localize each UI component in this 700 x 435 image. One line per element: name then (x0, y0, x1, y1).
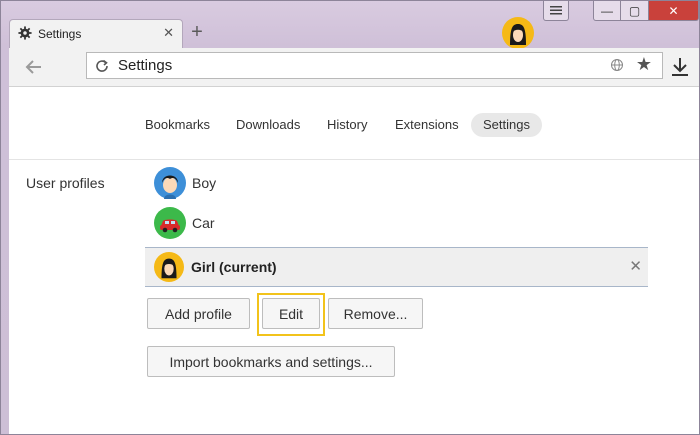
delete-profile-icon[interactable]: ✕ (629, 257, 642, 275)
tab-settings[interactable]: Settings ✕ (9, 19, 183, 48)
profile-item-current[interactable]: Girl (current) ✕ (145, 247, 648, 287)
nav-history[interactable]: History (315, 113, 379, 137)
settings-page: Bookmarks Downloads History Extensions S… (9, 87, 699, 434)
maximize-button[interactable]: ▢ (621, 1, 649, 21)
edit-button[interactable]: Edit (262, 298, 320, 329)
back-arrow-icon[interactable] (23, 56, 45, 78)
address-text: Settings (118, 57, 173, 74)
browser-window: Settings ✕ + — ▢ ✕ Settings ★ Bookmarks … (0, 0, 700, 435)
bookmark-star-icon[interactable]: ★ (636, 54, 652, 75)
girl-avatar (154, 252, 184, 282)
tab-close-icon[interactable]: ✕ (163, 25, 174, 41)
new-tab-button[interactable]: + (187, 22, 207, 42)
profile-avatar-button[interactable] (502, 17, 534, 49)
add-profile-button[interactable]: Add profile (147, 298, 250, 329)
remove-button[interactable]: Remove... (328, 298, 423, 329)
window-menu-button[interactable] (543, 1, 569, 21)
minimize-button[interactable]: — (593, 1, 621, 21)
nav-downloads[interactable]: Downloads (224, 113, 312, 137)
nav-settings[interactable]: Settings (471, 113, 542, 137)
tab-title: Settings (38, 27, 82, 41)
reload-icon[interactable] (94, 58, 110, 74)
section-label-user-profiles: User profiles (26, 175, 105, 191)
download-icon[interactable] (669, 55, 691, 79)
window-controls: — ▢ ✕ (593, 1, 699, 21)
nav-extensions[interactable]: Extensions (383, 113, 471, 137)
nav-bookmarks[interactable]: Bookmarks (133, 113, 222, 137)
car-avatar (154, 207, 186, 239)
settings-nav: Bookmarks Downloads History Extensions S… (9, 87, 699, 160)
boy-avatar (154, 167, 186, 199)
globe-icon (611, 59, 623, 71)
gear-icon (18, 26, 32, 40)
address-bar[interactable]: Settings ★ (86, 52, 663, 79)
close-window-button[interactable]: ✕ (649, 1, 699, 21)
import-bookmarks-button[interactable]: Import bookmarks and settings... (147, 346, 395, 377)
current-profile-name: Girl (current) (191, 259, 277, 275)
profile-name: Car (192, 215, 215, 231)
profile-name: Boy (192, 175, 217, 191)
menu-icon (550, 6, 562, 15)
toolbar: Settings ★ (9, 48, 699, 87)
